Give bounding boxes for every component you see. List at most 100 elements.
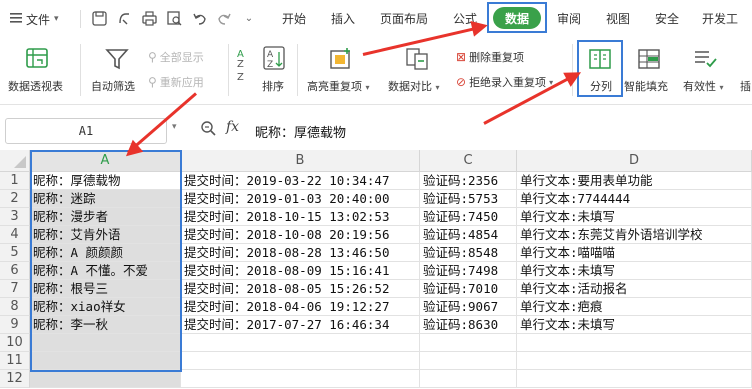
row-header[interactable]: 8 [0,298,30,316]
cell-a[interactable]: 昵称：厚德载物 [30,172,181,190]
sort-icon[interactable]: AZ [262,44,288,72]
row-header[interactable]: 6 [0,262,30,280]
row-header[interactable]: 9 [0,316,30,334]
format-painter-icon[interactable] [115,9,133,27]
pivot-table-icon[interactable] [24,46,52,72]
split-columns-icon[interactable] [588,47,614,71]
row-header[interactable]: 7 [0,280,30,298]
cell-a[interactable] [30,352,181,370]
pivot-table-button[interactable]: 数据透视表 [8,78,63,94]
cell-a[interactable]: 昵称：根号三 [30,280,181,298]
formula-input[interactable]: 昵称：厚德载物 [255,120,745,142]
cell-b[interactable]: 提交时间：2018-08-28 13:46:50 [181,244,420,262]
name-box-dropdown-icon[interactable]: ▾ [172,122,177,132]
cell-a[interactable]: 昵称：漫步者 [30,208,181,226]
cell-c[interactable]: 验证码:5753 [420,190,517,208]
tab-insert[interactable]: 插入 [325,10,361,28]
cell-b[interactable] [181,352,420,370]
reject-duplicates-button[interactable]: ⊘ 拒绝录入重复项 ▾ [456,74,553,90]
select-all-corner[interactable] [0,150,30,172]
cell-a[interactable]: 昵称：xiao祥女 [30,298,181,316]
cell-d[interactable]: 单行文本:东莞艾肯外语培训学校 [517,226,752,244]
highlight-duplicates-icon[interactable] [327,46,355,72]
zoom-search-icon[interactable] [200,120,218,138]
cell-b[interactable]: 提交时间：2018-10-08 20:19:56 [181,226,420,244]
save-icon[interactable] [90,9,108,27]
cell-d[interactable]: 单行文本:要用表单功能 [517,172,752,190]
row-header[interactable]: 12 [0,370,30,388]
cell-a[interactable] [30,370,181,388]
tab-page-layout[interactable]: 页面布局 [374,10,434,28]
reapply-button[interactable]: ⚲ 重新应用 [148,74,204,90]
file-menu[interactable]: 文件 ▾ [10,9,59,29]
cell-d[interactable] [517,352,752,370]
cell-d[interactable]: 单行文本:未填写 [517,208,752,226]
cell-b[interactable]: 提交时间：2019-03-22 10:34:47 [181,172,420,190]
column-header-a[interactable]: A [30,150,181,172]
column-header-c[interactable]: C [420,150,517,172]
split-button[interactable]: 分列 [590,78,612,94]
column-header-d[interactable]: D [517,150,752,172]
customize-chevron-icon[interactable]: ⌄ [240,9,258,27]
cell-c[interactable]: 验证码:8630 [420,316,517,334]
cell-b[interactable]: 提交时间：2018-08-09 15:16:41 [181,262,420,280]
sort-ascending-icon[interactable]: AZZ [236,46,250,86]
data-compare-button[interactable]: 数据对比 ▾ [388,78,440,94]
print-preview-icon[interactable] [165,9,183,27]
tab-view[interactable]: 视图 [602,10,634,28]
cell-c[interactable]: 验证码:4854 [420,226,517,244]
cell-b[interactable]: 提交时间：2017-07-27 16:46:34 [181,316,420,334]
cell-b[interactable]: 提交时间：2019-01-03 20:40:00 [181,190,420,208]
cell-d[interactable]: 单行文本:未填写 [517,262,752,280]
cell-b[interactable]: 提交时间：2018-04-06 19:12:27 [181,298,420,316]
cell-a[interactable]: 昵称：A 颜颜颜 [30,244,181,262]
function-icon[interactable]: fx [226,119,239,135]
tab-security[interactable]: 安全 [651,10,683,28]
cell-d[interactable]: 单行文本:7744444 [517,190,752,208]
row-header[interactable]: 11 [0,352,30,370]
cell-d[interactable]: 单行文本:活动报名 [517,280,752,298]
print-icon[interactable] [140,9,158,27]
data-compare-icon[interactable] [404,46,432,72]
highlight-duplicates-button[interactable]: 高亮重复项 ▾ [307,78,370,94]
cell-a[interactable]: 昵称：李一秋 [30,316,181,334]
row-header[interactable]: 2 [0,190,30,208]
cell-c[interactable]: 验证码:2356 [420,172,517,190]
show-all-button[interactable]: ⚲ 全部显示 [148,49,204,65]
cell-b[interactable]: 提交时间：2018-10-15 13:02:53 [181,208,420,226]
cell-d[interactable]: 单行文本:未填写 [517,316,752,334]
filter-icon[interactable] [104,46,130,72]
cell-d[interactable]: 单行文本:喵喵喵 [517,244,752,262]
cell-a[interactable]: 昵称：艾肯外语 [30,226,181,244]
flash-fill-button[interactable]: 智能填充 [624,78,668,94]
cell-c[interactable]: 验证码:9067 [420,298,517,316]
undo-icon[interactable] [190,9,208,27]
cell-c[interactable]: 验证码:7010 [420,280,517,298]
tab-review[interactable]: 审阅 [553,10,585,28]
cell-b[interactable] [181,370,420,388]
cell-c[interactable]: 验证码:7450 [420,208,517,226]
remove-duplicates-button[interactable]: ⊠ 删除重复项 [456,49,524,65]
redo-icon[interactable] [215,9,233,27]
insert-dropdown-button[interactable]: 插 [740,78,751,94]
row-header[interactable]: 5 [0,244,30,262]
cell-a[interactable]: 昵称：A 不懂。不爱 [30,262,181,280]
cell-c[interactable] [420,352,517,370]
validity-button[interactable]: 有效性 ▾ [683,78,724,94]
cell-c[interactable] [420,370,517,388]
tab-data[interactable]: 数据 [493,7,541,29]
cell-b[interactable] [181,334,420,352]
cell-a[interactable] [30,334,181,352]
tab-home[interactable]: 开始 [277,10,311,28]
cell-a[interactable]: 昵称：迷踪 [30,190,181,208]
column-header-b[interactable]: B [181,150,420,172]
cell-d[interactable] [517,370,752,388]
row-header[interactable]: 1 [0,172,30,190]
tab-developer[interactable]: 开发工 [702,10,752,28]
cell-d[interactable]: 单行文本:疤痕 [517,298,752,316]
cell-b[interactable]: 提交时间：2018-08-05 15:26:52 [181,280,420,298]
row-header[interactable]: 4 [0,226,30,244]
row-header[interactable]: 3 [0,208,30,226]
cell-c[interactable]: 验证码:7498 [420,262,517,280]
validity-icon[interactable] [693,47,719,71]
